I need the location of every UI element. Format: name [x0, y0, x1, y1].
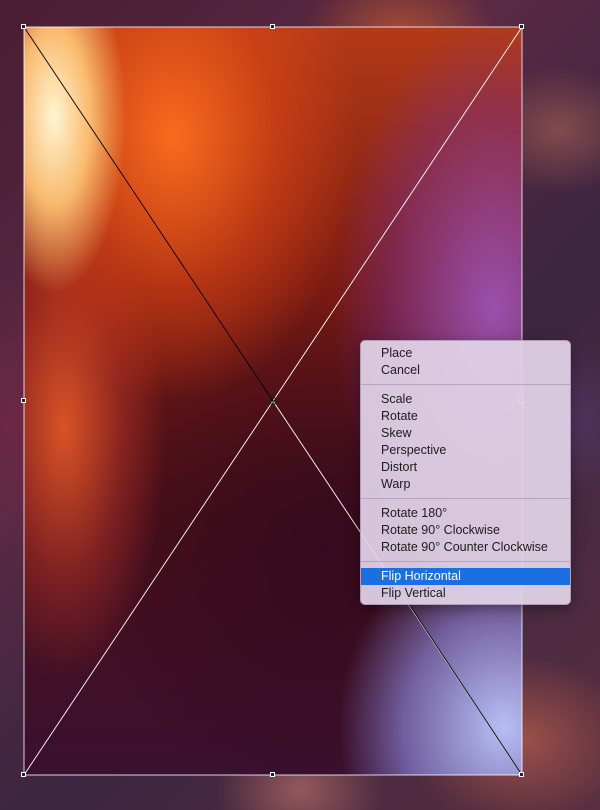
resize-handle-bottom[interactable] — [270, 772, 275, 777]
resize-handle-top[interactable] — [270, 24, 275, 29]
menu-item-distort[interactable]: Distort — [361, 459, 570, 476]
menu-separator — [361, 498, 570, 499]
menu-item-flip-horizontal[interactable]: Flip Horizontal — [361, 568, 570, 585]
menu-item-rotate-180[interactable]: Rotate 180° — [361, 505, 570, 522]
menu-separator — [361, 384, 570, 385]
menu-item-warp[interactable]: Warp — [361, 476, 570, 493]
diagonal-line — [23, 26, 274, 402]
resize-handle-bottom-right[interactable] — [519, 772, 524, 777]
menu-item-rotate[interactable]: Rotate — [361, 408, 570, 425]
transform-context-menu: Place Cancel Scale Rotate Skew Perspecti… — [360, 340, 571, 605]
menu-item-place[interactable]: Place — [361, 345, 570, 362]
menu-item-flip-vertical[interactable]: Flip Vertical — [361, 585, 570, 602]
resize-handle-top-right[interactable] — [519, 24, 524, 29]
menu-item-skew[interactable]: Skew — [361, 425, 570, 442]
menu-item-cancel[interactable]: Cancel — [361, 362, 570, 379]
menu-separator — [361, 561, 570, 562]
menu-item-scale[interactable]: Scale — [361, 391, 570, 408]
resize-handle-bottom-left[interactable] — [21, 772, 26, 777]
diagonal-line — [23, 400, 274, 776]
crosshair-icon[interactable] — [266, 394, 280, 408]
resize-handle-top-left[interactable] — [21, 24, 26, 29]
resize-handle-left[interactable] — [21, 398, 26, 403]
menu-item-perspective[interactable]: Perspective — [361, 442, 570, 459]
diagonal-line — [392, 579, 523, 776]
menu-item-rotate-90-cw[interactable]: Rotate 90° Clockwise — [361, 522, 570, 539]
menu-item-rotate-90-ccw[interactable]: Rotate 90° Counter Clockwise — [361, 539, 570, 556]
